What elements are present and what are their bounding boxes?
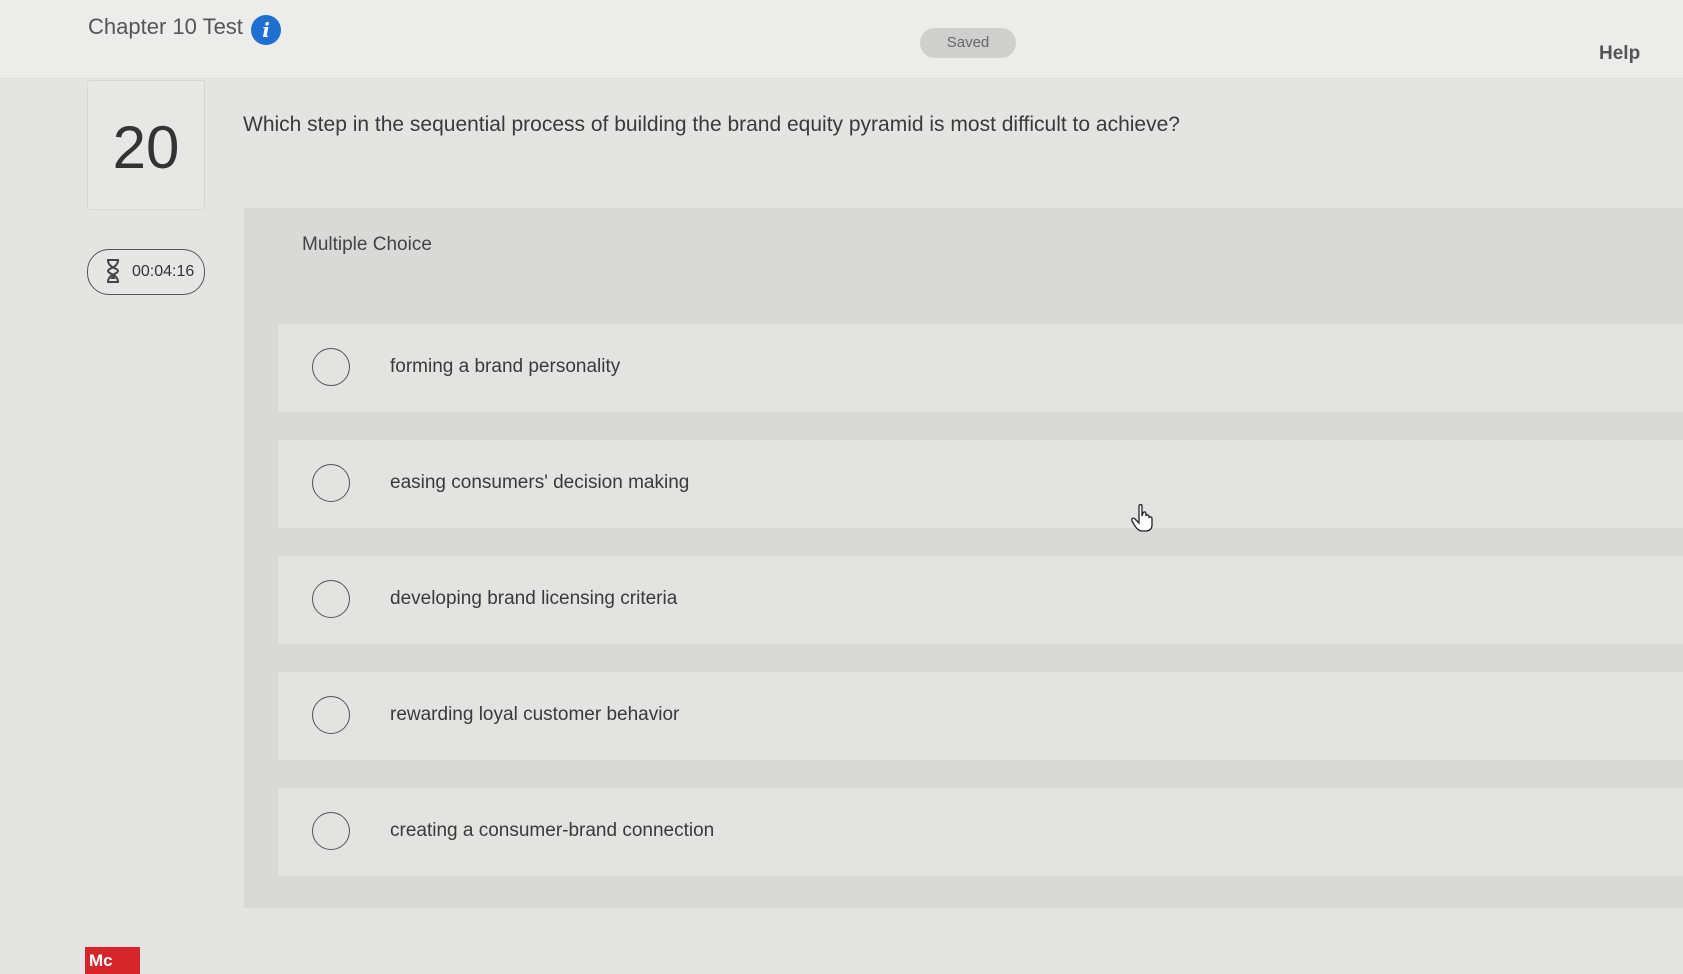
saved-status-badge: Saved <box>920 28 1016 58</box>
hourglass-icon <box>106 259 120 283</box>
answer-option[interactable]: developing brand licensing criteria <box>278 556 1683 644</box>
info-icon[interactable]: i <box>251 15 281 45</box>
test-title: Chapter 10 Test <box>88 14 243 39</box>
radio-button[interactable] <box>312 696 350 734</box>
answer-option-label: creating a consumer-brand connection <box>390 820 715 841</box>
top-bar: Chapter 10 Test i Saved Help <box>0 0 1683 79</box>
answer-option-label: easing consumers' decision making <box>390 472 690 493</box>
radio-button[interactable] <box>312 580 350 618</box>
answer-option-label: forming a brand personality <box>390 356 621 377</box>
answer-option-label: developing brand licensing criteria <box>390 588 678 609</box>
question-type-label: Multiple Choice <box>302 234 432 255</box>
radio-button[interactable] <box>312 348 350 386</box>
timer-value: 00:04:16 <box>132 263 195 280</box>
answer-option[interactable]: rewarding loyal customer behavior <box>278 672 1683 760</box>
answer-option[interactable]: creating a consumer-brand connection <box>278 788 1683 876</box>
question-number: 20 <box>112 114 180 181</box>
help-link[interactable]: Help <box>1599 43 1640 65</box>
radio-button[interactable] <box>312 812 350 850</box>
question-text: Which step in the sequential process of … <box>243 113 1180 136</box>
answer-panel: Multiple Choice forming a brand personal… <box>244 208 1683 908</box>
timer[interactable]: 00:04:16 <box>87 249 205 295</box>
question-number-box: 20 <box>87 80 205 210</box>
radio-button[interactable] <box>312 464 350 502</box>
answer-option[interactable]: forming a brand personality <box>278 324 1683 412</box>
answer-option-label: rewarding loyal customer behavior <box>390 704 680 725</box>
brand-logo: Mc <box>85 947 140 974</box>
hand-cursor-icon <box>1131 503 1153 532</box>
answer-option[interactable]: easing consumers' decision making <box>278 440 1683 528</box>
